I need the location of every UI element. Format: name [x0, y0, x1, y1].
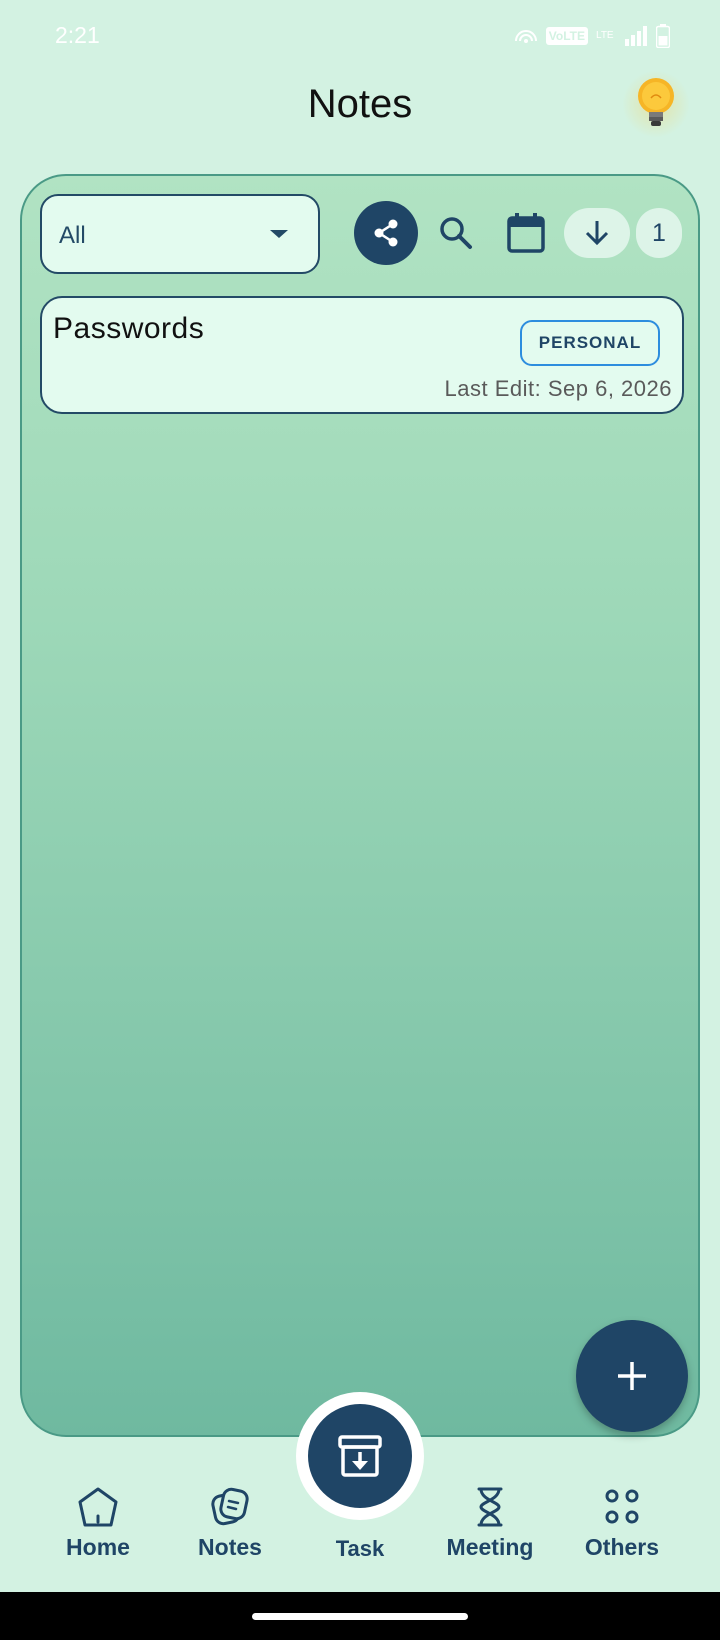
grid-dots-icon [605, 1489, 639, 1524]
status-time: 2:21 [55, 22, 100, 48]
nav-others[interactable]: Others [562, 1486, 682, 1561]
note-title: Passwords [53, 312, 205, 345]
calendar-icon [507, 213, 545, 253]
nav-notes-label: Notes [198, 1534, 262, 1560]
nav-meeting[interactable]: Meeting [430, 1486, 550, 1561]
home-gesture-handle[interactable] [252, 1613, 468, 1620]
note-last-edit: Last Edit: Sep 6, 2026 [444, 376, 672, 401]
signal-icon [625, 26, 647, 46]
battery-icon [656, 24, 670, 48]
volte-icon: VoLTE [545, 27, 588, 45]
share-button[interactable] [354, 201, 418, 265]
archive-download-icon [338, 1435, 382, 1477]
calendar-button[interactable] [500, 207, 552, 259]
note-card[interactable]: Passwords PERSONAL Last Edit: Sep 6, 202… [40, 296, 684, 414]
nav-meeting-label: Meeting [446, 1534, 534, 1560]
hourglass-icon [477, 1487, 503, 1527]
gesture-bar [0, 1592, 720, 1640]
nav-task-label: Task [335, 1536, 385, 1561]
nav-others-label: Others [584, 1534, 660, 1560]
status-bar: 2:21 VoLTE LTE [0, 0, 720, 72]
lte-icon: LTE [596, 30, 614, 41]
home-icon [78, 1487, 118, 1527]
filter-dropdown[interactable]: All [40, 194, 320, 274]
notes-icon [211, 1487, 249, 1526]
sort-button[interactable] [564, 208, 630, 258]
nav-home-label: Home [66, 1534, 130, 1560]
lightbulb-icon [638, 78, 674, 126]
hotspot-icon [514, 30, 537, 43]
arrow-down-icon [585, 221, 609, 246]
nav-task-button[interactable] [296, 1392, 424, 1520]
add-note-button[interactable] [576, 1320, 688, 1432]
notes-panel: All 1 Passwords PERSONAL Last Edit: Sep … [20, 174, 700, 1437]
share-icon [374, 219, 398, 247]
page-title: Notes [307, 82, 413, 126]
lightbulb-button[interactable] [622, 70, 690, 138]
status-icons: VoLTE LTE [514, 24, 670, 48]
note-category-tag: PERSONAL [520, 320, 660, 366]
nav-home[interactable]: Home [38, 1486, 158, 1561]
task-button-inner [308, 1404, 412, 1508]
filter-selected-value: All [59, 222, 86, 249]
search-button[interactable] [430, 207, 482, 259]
note-count-badge: 1 [636, 208, 682, 258]
search-icon [440, 217, 472, 249]
dropdown-caret-icon [270, 230, 288, 238]
plus-icon [618, 1362, 646, 1390]
nav-notes[interactable]: Notes [170, 1486, 290, 1561]
